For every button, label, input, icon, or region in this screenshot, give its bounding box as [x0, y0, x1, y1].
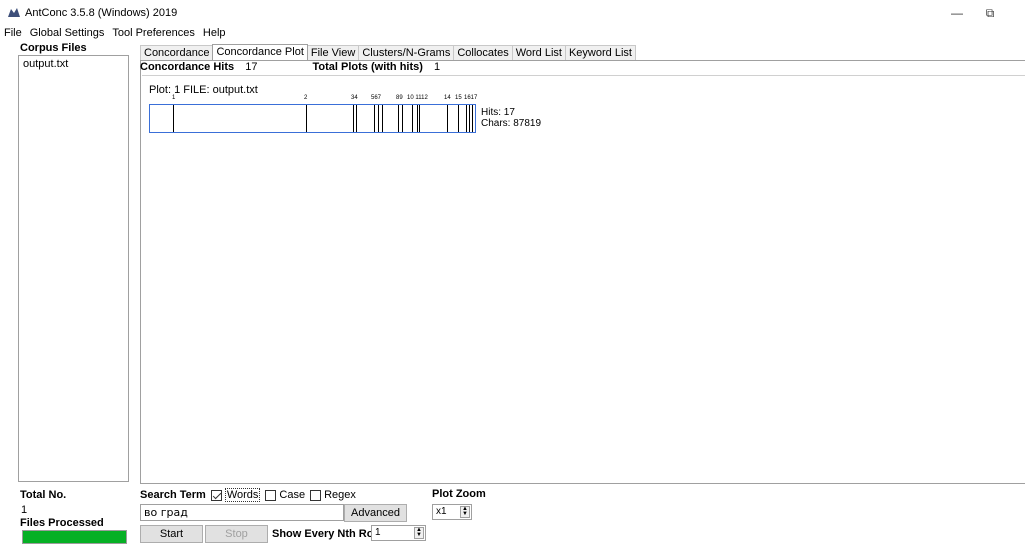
minimize-icon: —: [951, 6, 963, 20]
hit-marker: [417, 105, 418, 132]
plot-zoom-label: Plot Zoom: [432, 488, 486, 500]
menu-tool-preferences[interactable]: Tool Preferences: [108, 26, 199, 40]
search-term-input[interactable]: во град: [140, 504, 344, 521]
concordance-plot-bar[interactable]: [149, 104, 476, 133]
plot-area[interactable]: [142, 75, 1025, 483]
menu-help[interactable]: Help: [199, 26, 230, 40]
menu-bar: File Global Settings Tool Preferences He…: [0, 26, 1025, 40]
hit-label: 2: [304, 95, 308, 101]
hit-label: 34: [351, 95, 358, 101]
hit-marker: [356, 105, 357, 132]
hit-label: 1: [172, 95, 176, 101]
title-bar: AntConc 3.5.8 (Windows) 2019 — ⧉: [0, 0, 1025, 26]
hit-marker: [412, 105, 413, 132]
tab-concordance-plot[interactable]: Concordance Plot: [212, 44, 308, 60]
total-no-label: Total No.: [20, 489, 67, 501]
words-checkbox[interactable]: [210, 489, 222, 501]
hit-marker: [466, 105, 467, 132]
tab-file-view[interactable]: File View: [306, 45, 360, 60]
files-processed-progress-bar: [22, 530, 127, 544]
tab-concordance[interactable]: Concordance: [140, 45, 214, 60]
regex-checkbox[interactable]: [310, 489, 322, 501]
plot-stats: Concordance Hits 17 Total Plots (with hi…: [140, 61, 440, 75]
hit-marker: [353, 105, 354, 132]
hit-marker: [173, 105, 174, 132]
hit-marker: [469, 105, 470, 132]
hit-marker: [419, 105, 420, 132]
case-checkbox[interactable]: [265, 489, 277, 501]
advanced-button[interactable]: Advanced: [344, 504, 407, 522]
hit-label: 10 1112: [407, 95, 428, 101]
restore-button[interactable]: ⧉: [970, 0, 1010, 26]
nth-row-label: Show Every Nth Row: [272, 528, 383, 540]
hit-marker: [306, 105, 307, 132]
regex-checkbox-label[interactable]: Regex: [324, 489, 356, 501]
total-plots-label: Total Plots (with hits): [312, 61, 423, 73]
hit-label: 14: [444, 95, 451, 101]
words-checkbox-label[interactable]: Words: [224, 488, 261, 502]
tab-keyword-list[interactable]: Keyword List: [564, 45, 636, 60]
antconc-logo-icon: [8, 8, 20, 17]
hit-label: 15: [455, 95, 462, 101]
plot-zoom-value: x1: [436, 506, 447, 517]
total-no-value: 1: [21, 504, 28, 516]
hit-label: 567: [371, 95, 382, 101]
plot-header: Plot: 1 FILE: output.txt: [149, 84, 258, 96]
hit-marker: [402, 105, 403, 132]
hit-marker: [472, 105, 473, 132]
plot-info: Hits: 17 Chars: 87819: [481, 107, 541, 129]
menu-global-settings[interactable]: Global Settings: [26, 26, 109, 40]
hit-label: 1617: [464, 95, 478, 101]
hit-marker: [378, 105, 379, 132]
hit-marker: [398, 105, 399, 132]
search-term-label: Search Term: [140, 489, 206, 501]
nth-row-spinner[interactable]: 1 ▲ ▼: [371, 525, 426, 541]
menu-file[interactable]: File: [0, 26, 26, 40]
corpus-files-heading: Corpus Files: [20, 42, 87, 54]
case-checkbox-label[interactable]: Case: [279, 489, 305, 501]
hit-label: 89: [396, 95, 403, 101]
hit-marker: [374, 105, 375, 132]
tool-tabs: Concordance Concordance Plot File View C…: [140, 44, 636, 60]
spinner-arrows-icon[interactable]: ▲ ▼: [460, 506, 470, 518]
plot-hits-count: Hits: 17: [481, 107, 515, 118]
start-button[interactable]: Start: [140, 525, 203, 543]
total-plots-value: 1: [433, 61, 441, 73]
nth-row-value: 1: [375, 527, 381, 538]
restore-icon: ⧉: [985, 5, 995, 20]
spinner-arrows-icon[interactable]: ▲ ▼: [414, 527, 424, 539]
hit-marker: [458, 105, 459, 132]
files-processed-label: Files Processed: [20, 517, 104, 529]
tab-collocates[interactable]: Collocates: [453, 45, 513, 60]
concordance-hits-label: Concordance Hits: [140, 61, 235, 73]
search-options: Search Term Words Case Regex: [140, 488, 356, 502]
tab-word-list[interactable]: Word List: [511, 45, 566, 60]
tab-clusters-ngrams[interactable]: Clusters/N-Grams: [358, 45, 455, 60]
hit-marker: [447, 105, 448, 132]
concordance-hits-value: 17: [245, 61, 258, 73]
plot-chars-count: Chars: 87819: [481, 118, 542, 129]
stop-button[interactable]: Stop: [205, 525, 268, 543]
corpus-files-list[interactable]: output.txt: [18, 55, 129, 482]
plot-zoom-spinner[interactable]: x1 ▲ ▼: [432, 504, 472, 520]
corpus-file-item[interactable]: output.txt: [23, 58, 68, 70]
hit-marker: [382, 105, 383, 132]
window-title: AntConc 3.5.8 (Windows) 2019: [25, 7, 178, 19]
